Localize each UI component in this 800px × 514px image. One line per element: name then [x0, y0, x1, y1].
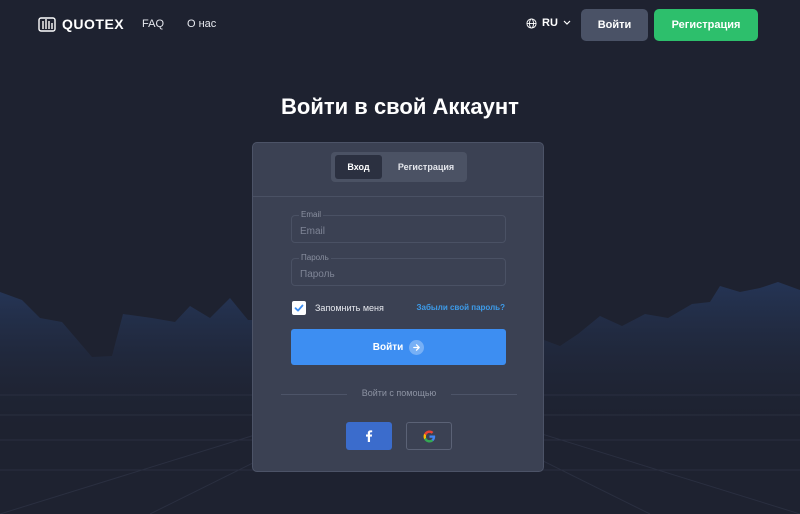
social-divider-line-right [451, 394, 517, 395]
quotex-logo-icon [38, 17, 56, 32]
forgot-password-link[interactable]: Забыли свой пароль? [417, 303, 506, 312]
email-field: Email [291, 210, 506, 243]
tab-register[interactable]: Регистрация [389, 155, 463, 179]
logo[interactable]: QUOTEX [38, 15, 124, 33]
google-login-button[interactable] [406, 422, 452, 450]
email-input[interactable] [300, 224, 495, 238]
page-title: Войти в свой Аккаунт [281, 94, 519, 119]
facebook-icon [366, 430, 373, 442]
logo-text: QUOTEX [62, 16, 125, 32]
password-input[interactable] [300, 267, 495, 281]
password-field: Пароль [291, 253, 506, 286]
top-nav: QUOTEX FAQ О нас RU Войти Регистрация [0, 0, 800, 50]
language-selector[interactable]: RU [526, 17, 571, 29]
header-register-button[interactable]: Регистрация [654, 9, 758, 41]
header-login-button[interactable]: Войти [581, 9, 648, 41]
auth-tabs: Вход Регистрация [331, 152, 467, 182]
tab-login[interactable]: Вход [335, 155, 382, 179]
arrow-right-icon [409, 339, 425, 355]
login-submit-button[interactable]: Войти [291, 329, 506, 365]
nav-link-faq[interactable]: FAQ [142, 18, 164, 30]
language-label: RU [542, 17, 558, 29]
login-card: Вход Регистрация Email Пароль Запомнить … [252, 142, 544, 472]
google-icon [423, 430, 435, 442]
password-label: Пароль [299, 253, 331, 262]
remember-checkbox[interactable] [292, 301, 306, 315]
chevron-down-icon [563, 20, 571, 25]
check-icon [294, 304, 304, 312]
nav-link-about[interactable]: О нас [187, 18, 216, 30]
card-divider [253, 196, 543, 197]
social-login-label: Войти с помощью [361, 388, 437, 398]
social-divider: Войти с помощью [281, 388, 517, 400]
email-label: Email [299, 210, 324, 219]
facebook-login-button[interactable] [346, 422, 392, 450]
login-submit-label: Войти [372, 341, 404, 353]
globe-icon [526, 17, 537, 29]
remember-label: Запомнить меня [315, 303, 384, 313]
